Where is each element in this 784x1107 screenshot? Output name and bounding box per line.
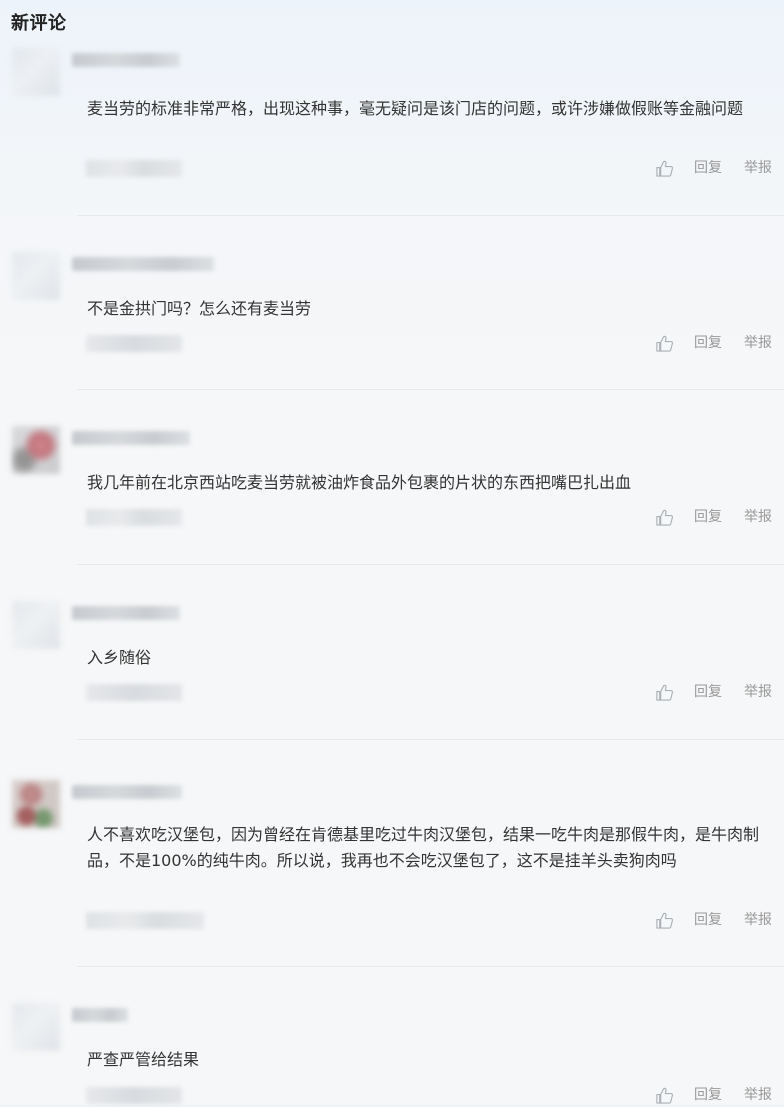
comment-text: 严查严管给结果	[87, 1050, 200, 1069]
divider	[77, 215, 784, 216]
avatar[interactable]	[12, 780, 60, 828]
reply-button[interactable]: 回复	[694, 333, 722, 353]
meta-info-blurred	[86, 335, 182, 352]
username-blurred[interactable]	[72, 606, 180, 620]
divider	[77, 966, 784, 967]
avatar[interactable]	[12, 1003, 60, 1051]
avatar[interactable]	[12, 601, 60, 649]
username-blurred[interactable]	[72, 1008, 128, 1022]
reply-button[interactable]: 回复	[694, 158, 722, 178]
comment-text: 我几年前在北京西站吃麦当劳就被油炸食品外包裹的片状的东西把嘴巴扎出血	[87, 473, 632, 492]
comment-meta: 回复 举报	[0, 331, 784, 355]
reply-button[interactable]: 回复	[694, 507, 722, 527]
thumbs-up-icon[interactable]	[655, 159, 674, 178]
report-button[interactable]: 举报	[744, 1085, 772, 1105]
comment-meta: 回复 举报	[0, 1083, 784, 1107]
divider	[77, 389, 784, 390]
avatar[interactable]	[12, 426, 60, 474]
meta-info-blurred	[86, 509, 182, 526]
avatar[interactable]	[12, 252, 60, 300]
section-title: 新评论	[11, 13, 67, 34]
thumbs-up-icon[interactable]	[655, 334, 674, 353]
comment-text: 人不喜欢吃汉堡包，因为曾经在肯德基里吃过牛肉汉堡包，结果一吃牛肉是那假牛肉，是牛…	[87, 825, 760, 870]
divider	[77, 739, 784, 740]
thumbs-up-icon[interactable]	[655, 1086, 674, 1105]
report-button[interactable]: 举报	[744, 910, 772, 930]
comment-meta: 回复 举报	[0, 156, 784, 180]
thumbs-up-icon[interactable]	[655, 508, 674, 527]
username-blurred[interactable]	[72, 785, 182, 799]
comment-text: 入乡随俗	[87, 648, 152, 667]
comment-text: 麦当劳的标准非常严格，出现这种事，毫无疑问是该门店的问题，或许涉嫌做假账等金融问…	[87, 99, 744, 118]
reply-button[interactable]: 回复	[694, 682, 722, 702]
username-blurred[interactable]	[72, 431, 190, 445]
report-button[interactable]: 举报	[744, 507, 772, 527]
meta-info-blurred	[86, 1087, 182, 1104]
comment-meta: 回复 举报	[0, 680, 784, 704]
report-button[interactable]: 举报	[744, 158, 772, 178]
thumbs-up-icon[interactable]	[655, 683, 674, 702]
comment-meta: 回复 举报	[0, 505, 784, 529]
avatar[interactable]	[12, 48, 60, 96]
reply-button[interactable]: 回复	[694, 1085, 722, 1105]
meta-info-blurred	[86, 684, 182, 701]
reply-button[interactable]: 回复	[694, 910, 722, 930]
comment-text: 不是金拱门吗？怎么还有麦当劳	[87, 299, 312, 318]
meta-info-blurred	[86, 160, 182, 177]
divider	[77, 564, 784, 565]
username-blurred[interactable]	[72, 53, 180, 67]
username-blurred[interactable]	[72, 257, 214, 271]
thumbs-up-icon[interactable]	[655, 911, 674, 930]
report-button[interactable]: 举报	[744, 682, 772, 702]
comment-meta: 回复 举报	[0, 908, 784, 932]
report-button[interactable]: 举报	[744, 333, 772, 353]
meta-info-blurred	[86, 912, 204, 929]
